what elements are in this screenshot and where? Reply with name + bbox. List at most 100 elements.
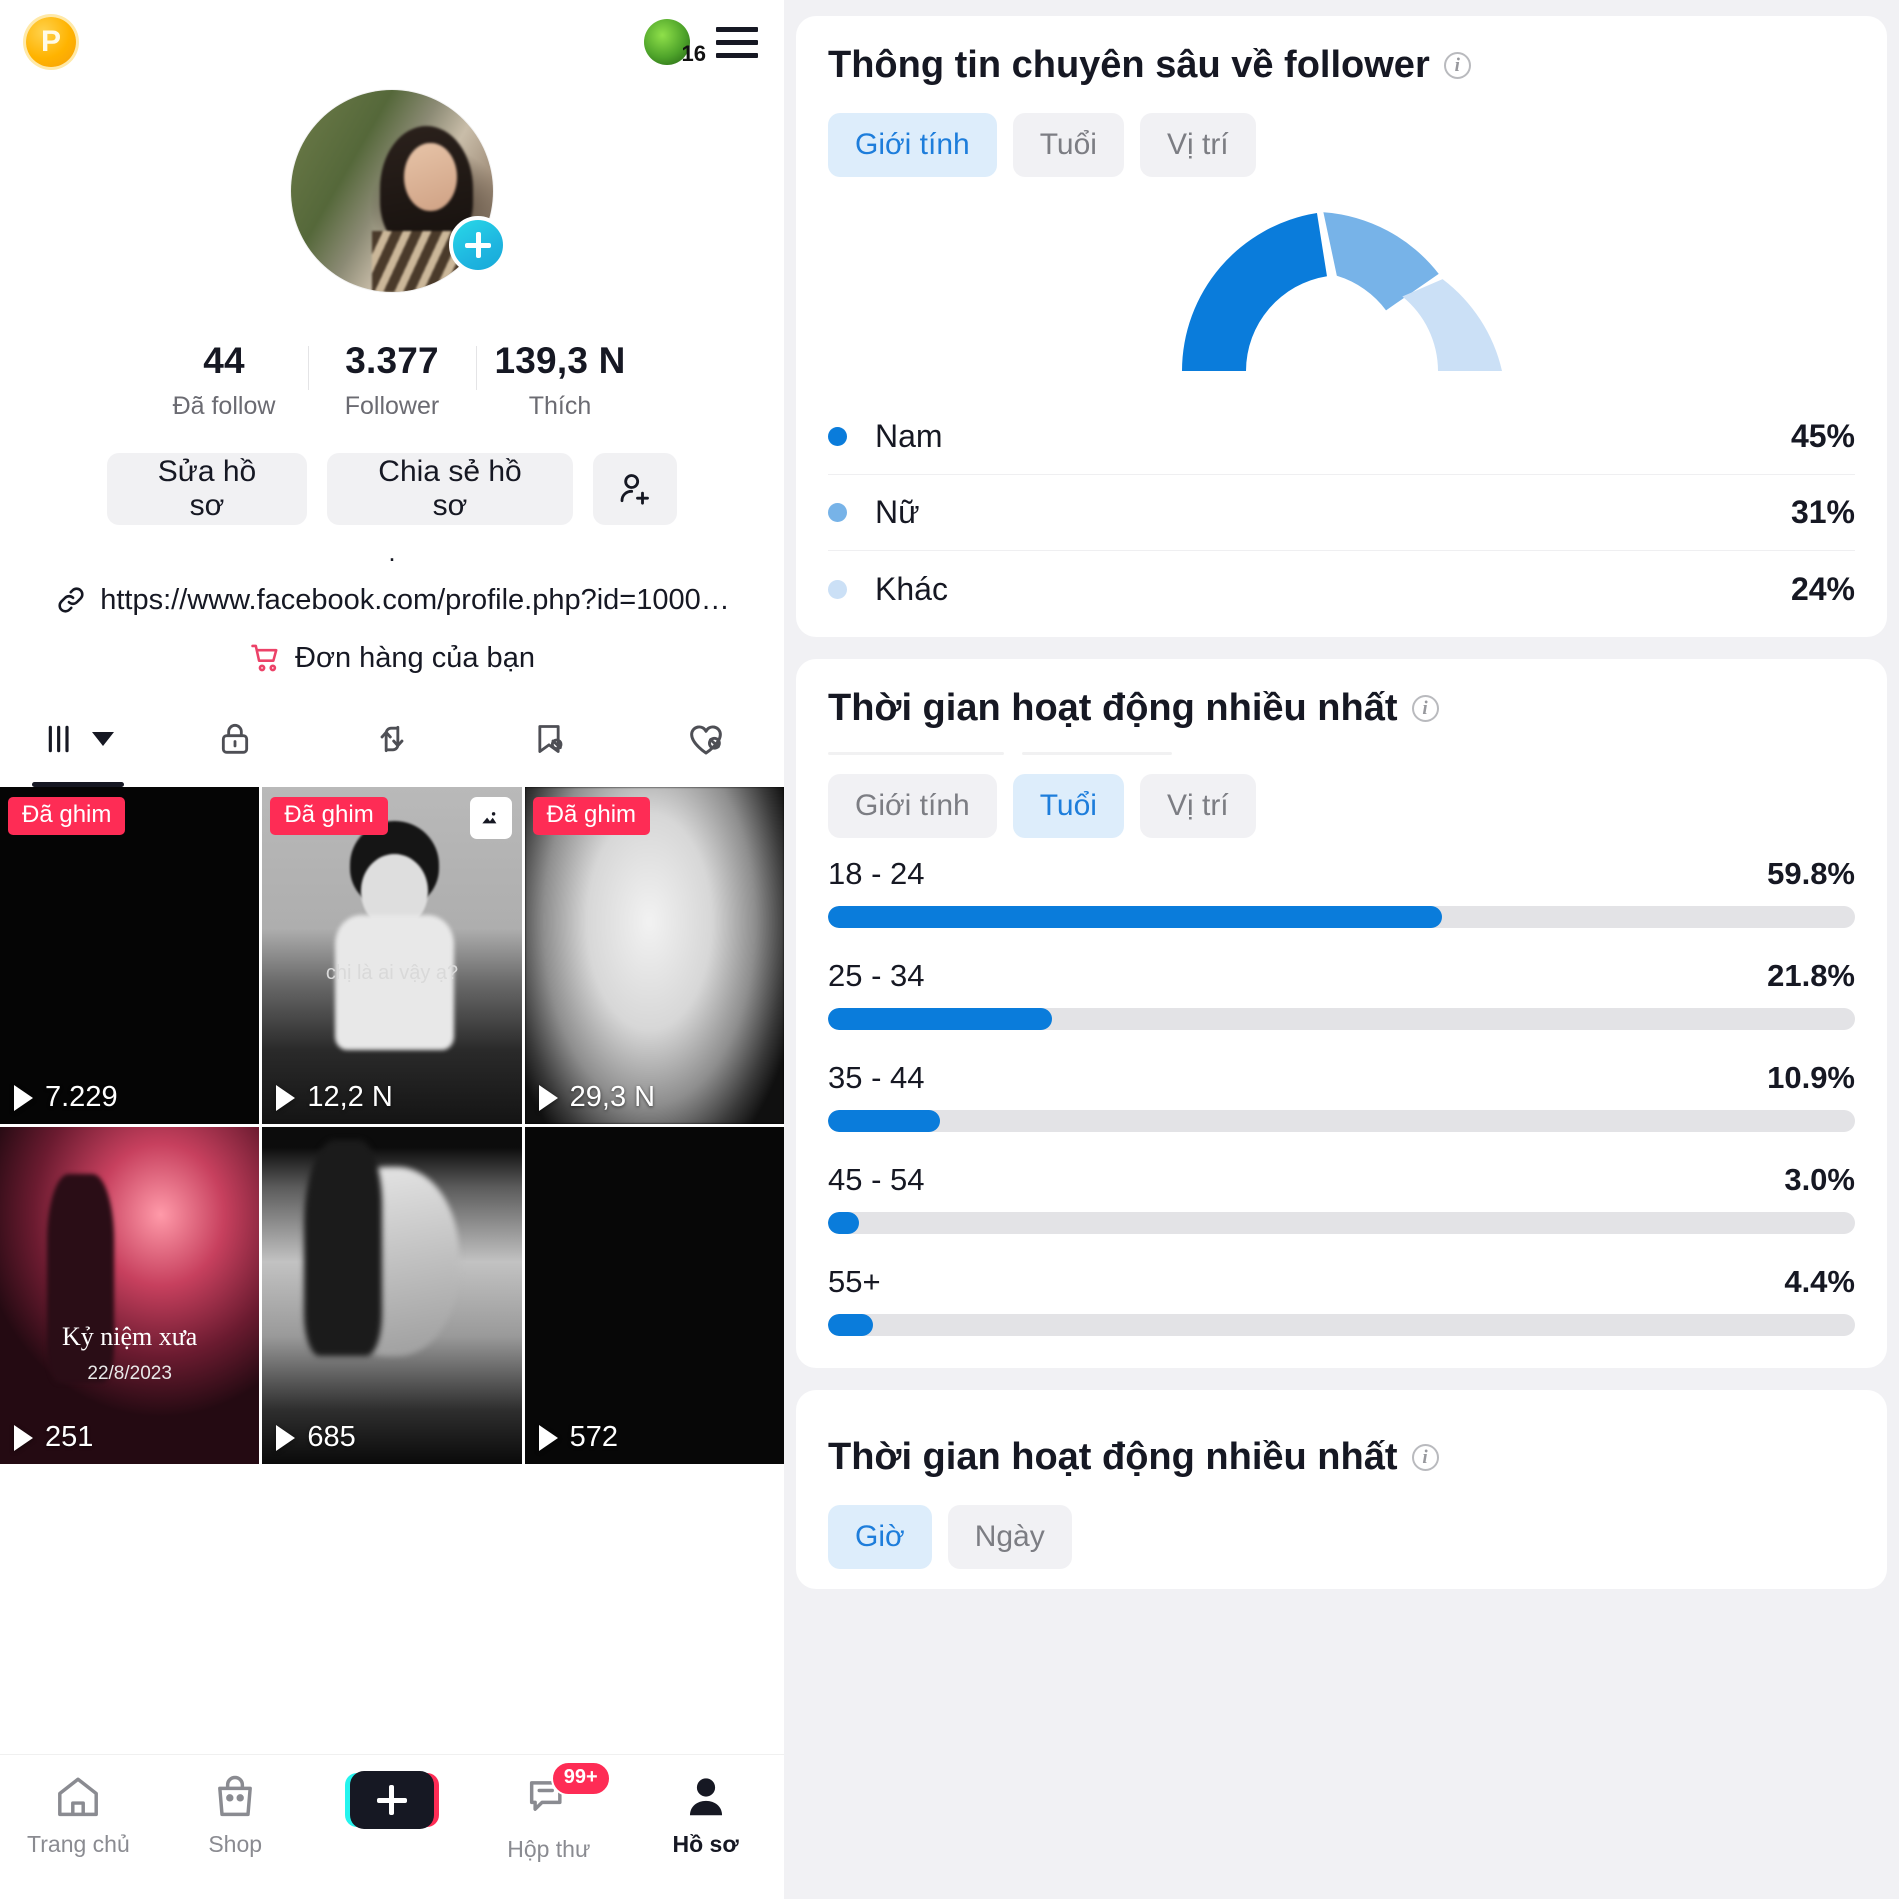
tab-posts[interactable] [0, 691, 157, 787]
add-story-plus-icon[interactable] [449, 216, 507, 274]
nav-item-shop[interactable]: Shop [157, 1771, 314, 1858]
avatar-section [0, 90, 784, 292]
orders-label: Đơn hàng của bạn [295, 641, 535, 674]
video-grid: Đã ghim 7.229 Đã ghim chị là ai vậy ạ? 1… [0, 787, 784, 1464]
share-profile-button[interactable]: Chia sẻ hồ sơ [327, 453, 573, 525]
view-count-text: 572 [569, 1421, 619, 1453]
stat-following[interactable]: 44 Đã follow [140, 340, 308, 421]
tab-gender[interactable]: Giới tính [828, 113, 997, 177]
stat-followers[interactable]: 3.377 Follower [308, 340, 476, 421]
video-cell[interactable]: Đã ghim 7.229 [0, 787, 260, 1124]
tab-location[interactable]: Vị trí [1139, 113, 1256, 177]
tab-reposts[interactable] [314, 691, 471, 787]
nav-item-profile[interactable]: Hồ sơ [627, 1771, 784, 1858]
edit-profile-button[interactable]: Sửa hồ sơ [107, 453, 307, 525]
coin-rewards-icon[interactable]: P [26, 17, 76, 67]
bar-head: 55+ 4.4% [828, 1264, 1855, 1300]
create-plus-icon[interactable] [349, 1771, 434, 1829]
leaf-plant-icon[interactable]: 16 [644, 19, 706, 66]
bar-track [828, 1212, 1855, 1234]
stat-label: Follower [344, 392, 440, 420]
gauge-segment-khac [1401, 279, 1502, 371]
image-stack-icon [480, 811, 497, 825]
play-icon [276, 1424, 296, 1451]
tab-gender[interactable]: Giới tính [828, 774, 997, 838]
bar-track [828, 1110, 1855, 1132]
tab-saved[interactable] [470, 691, 627, 787]
stat-value: 3.377 [345, 340, 439, 381]
play-icon [14, 1424, 33, 1451]
legend-value: 45% [1790, 418, 1855, 454]
bar-track [828, 1314, 1855, 1336]
nav-item-create[interactable] [314, 1771, 471, 1829]
card-title: Thông tin chuyên sâu về follower i [828, 44, 1855, 87]
app-screen: P 16 44 Đã follow 3.377 Follower 139,3 N… [0, 0, 1899, 1899]
legend-dot-khac [828, 579, 847, 599]
leaf-count-badge: 16 [681, 41, 706, 66]
video-cell[interactable]: 685 [262, 1127, 522, 1464]
avatar-container [291, 90, 507, 292]
view-count-text: 29,3 N [569, 1081, 656, 1113]
bar-fill [828, 1008, 1052, 1030]
profile-topbar: P 16 [0, 0, 784, 84]
tab-private[interactable] [157, 691, 314, 787]
card-title-text: Thông tin chuyên sâu về follower [828, 44, 1430, 86]
video-cell[interactable]: Đã ghim chị là ai vậy ạ? 12,2 N [262, 787, 522, 1124]
bar-value: 3.0% [1784, 1162, 1855, 1197]
multi-photo-icon [469, 797, 512, 839]
profile-actions: Sửa hồ sơ Chia sẻ hồ sơ [0, 453, 784, 525]
tab-day[interactable]: Ngày [947, 1505, 1072, 1569]
avatar-face-shape [404, 142, 457, 212]
video-cell[interactable]: Đã ghim 29,3 N [524, 787, 784, 1124]
video-cell[interactable]: Kỷ niệm xưa 22/8/2023 251 [0, 1127, 260, 1464]
bottom-navigation: Trang chủ Shop 99+ Hộp thư Hồ sơ [0, 1754, 784, 1899]
bar-value: 4.4% [1784, 1264, 1855, 1299]
tab-age[interactable]: Tuổi [1012, 113, 1124, 177]
scroll-artifact [828, 752, 1004, 755]
bar-track [828, 1008, 1855, 1030]
bar-head: 35 - 44 10.9% [828, 1060, 1855, 1096]
video-thumbnail [0, 1127, 260, 1464]
pinned-badge: Đã ghim [532, 797, 651, 835]
legend-label: Nữ [875, 494, 920, 530]
active-time-age-card: Thời gian hoạt động nhiều nhất i Giới tí… [796, 659, 1887, 1368]
stat-label: Đã follow [172, 392, 276, 420]
nav-item-home[interactable]: Trang chủ [0, 1771, 157, 1858]
bar-label: 35 - 44 [828, 1060, 925, 1095]
active-time-tabs: Giới tính Tuổi Vị trí [828, 774, 1855, 838]
legend-value: 31% [1790, 494, 1855, 530]
video-thumbnail [0, 787, 260, 1124]
profile-bio: . [388, 537, 396, 567]
hamburger-menu-icon[interactable] [716, 26, 758, 58]
stat-likes[interactable]: 139,3 N Thích [476, 340, 644, 421]
orders-row[interactable]: Đơn hàng của bạn [0, 641, 784, 675]
bookmark-hidden-icon [538, 725, 563, 753]
view-count-text: 7.229 [45, 1081, 118, 1113]
video-cell[interactable]: 572 [524, 1127, 784, 1464]
scroll-artifact-strip [828, 752, 1855, 762]
gauge-segment-nam [1181, 213, 1327, 371]
play-icon [14, 1084, 33, 1111]
tab-age[interactable]: Tuổi [1012, 774, 1124, 838]
tab-location[interactable]: Vị trí [1139, 774, 1256, 838]
bar-row: 45 - 54 3.0% [828, 1162, 1855, 1234]
info-icon[interactable]: i [1411, 695, 1439, 722]
tab-liked[interactable] [627, 691, 784, 787]
info-icon[interactable]: i [1443, 52, 1471, 79]
view-count-text: 251 [45, 1421, 94, 1453]
info-icon[interactable]: i [1411, 1444, 1439, 1471]
play-icon [538, 1084, 558, 1111]
video-thumbnail [524, 1127, 784, 1464]
legend-label: Khác [875, 570, 948, 607]
tab-hour[interactable]: Giờ [828, 1505, 932, 1569]
bar-fill [828, 1314, 874, 1336]
repost-icon [380, 725, 404, 753]
nav-item-inbox[interactable]: 99+ Hộp thư [470, 1761, 627, 1863]
analytics-pane: Thông tin chuyên sâu về follower i Giới … [784, 0, 1899, 1899]
pinned-badge: Đã ghim [8, 797, 126, 835]
bar-value: 21.8% [1767, 958, 1855, 993]
view-count: 685 [276, 1421, 356, 1454]
add-friend-button[interactable] [593, 453, 677, 525]
bar-head: 18 - 24 59.8% [828, 856, 1855, 892]
profile-link-row[interactable]: https://www.facebook.com/profile.php?id=… [0, 583, 784, 617]
